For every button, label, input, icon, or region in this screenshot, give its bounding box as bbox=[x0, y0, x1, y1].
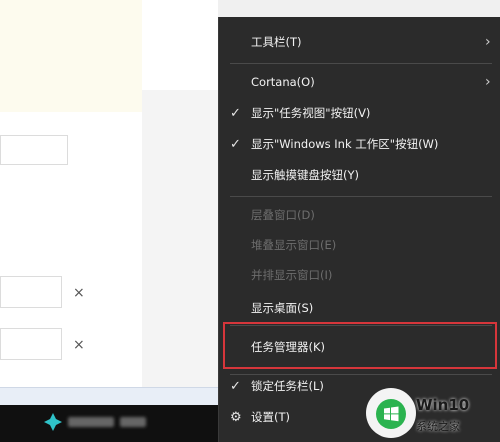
menu-item-show-windows-ink[interactable]: ✓ 显示"Windows Ink 工作区"按钮(W) bbox=[219, 129, 500, 160]
windows-logo-icon bbox=[376, 399, 406, 429]
menu-item-show-task-view[interactable]: ✓ 显示"任务视图"按钮(V) bbox=[219, 98, 500, 129]
taskbar-app-icon[interactable] bbox=[44, 413, 62, 431]
menu-item-label: 显示桌面(S) bbox=[251, 301, 314, 315]
taskbar-context-menu: 工具栏(T) › Cortana(O) › ✓ 显示"任务视图"按钮(V) ✓ … bbox=[218, 17, 500, 442]
menu-item-cascade-windows: 层叠窗口(D) bbox=[219, 200, 500, 231]
menu-item-label: 锁定任务栏(L) bbox=[251, 379, 324, 393]
taskbar-blurred-label bbox=[68, 417, 114, 427]
clear-icon[interactable]: × bbox=[73, 286, 85, 300]
background-side-strip bbox=[142, 90, 218, 390]
menu-item-label: 堆叠显示窗口(E) bbox=[251, 238, 337, 252]
watermark-subtitle: 系统之家 bbox=[416, 420, 460, 433]
watermark: Win10 系统之家 bbox=[354, 380, 500, 442]
menu-item-label: 并排显示窗口(I) bbox=[251, 268, 333, 282]
menu-item-label: 工具栏(T) bbox=[251, 35, 302, 49]
chevron-right-icon: › bbox=[485, 34, 491, 50]
menu-item-toolbars[interactable]: 工具栏(T) › bbox=[219, 27, 500, 58]
menu-item-stack-windows: 堆叠显示窗口(E) bbox=[219, 230, 500, 261]
menu-item-cortana[interactable]: Cortana(O) › bbox=[219, 67, 500, 98]
background-panel-right bbox=[142, 0, 218, 90]
menu-item-show-desktop[interactable]: 显示桌面(S) bbox=[219, 293, 500, 324]
background-input-1[interactable] bbox=[0, 135, 68, 165]
checkmark-icon: ✓ bbox=[230, 137, 241, 152]
menu-item-show-touch-keyboard[interactable]: 显示触摸键盘按钮(Y) bbox=[219, 160, 500, 191]
menu-item-task-manager[interactable]: 任务管理器(K) bbox=[219, 332, 500, 363]
menu-item-side-by-side: 并排显示窗口(I) bbox=[219, 260, 500, 291]
background-notice-panel bbox=[0, 0, 142, 112]
menu-item-label: 设置(T) bbox=[251, 410, 290, 424]
menu-item-label: 显示"任务视图"按钮(V) bbox=[251, 106, 371, 120]
menu-separator bbox=[230, 63, 492, 64]
menu-separator bbox=[230, 196, 492, 197]
menu-separator bbox=[230, 325, 492, 326]
checkmark-icon: ✓ bbox=[230, 379, 241, 394]
chevron-right-icon: › bbox=[485, 74, 491, 90]
background-input-3[interactable] bbox=[0, 328, 62, 360]
menu-item-label: 任务管理器(K) bbox=[251, 340, 326, 354]
taskbar-blurred-label bbox=[120, 417, 146, 427]
background-input-2[interactable] bbox=[0, 276, 62, 308]
menu-item-label: 层叠窗口(D) bbox=[251, 208, 315, 222]
menu-item-label: 显示触摸键盘按钮(Y) bbox=[251, 168, 359, 182]
clear-icon[interactable]: × bbox=[73, 338, 85, 352]
watermark-title: Win10 bbox=[416, 396, 470, 414]
gear-icon: ⚙ bbox=[230, 410, 242, 425]
menu-item-label: Cortana(O) bbox=[251, 75, 315, 89]
menu-item-label: 显示"Windows Ink 工作区"按钮(W) bbox=[251, 137, 439, 151]
checkmark-icon: ✓ bbox=[230, 106, 241, 121]
background-status-bar bbox=[0, 387, 218, 405]
